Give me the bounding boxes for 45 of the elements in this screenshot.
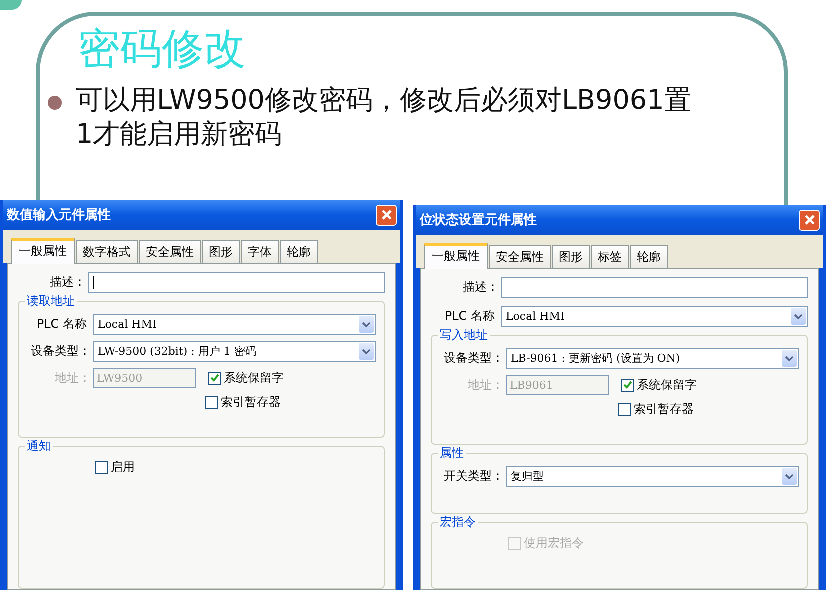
close-icon bbox=[804, 214, 816, 226]
dropdown-field[interactable]: LW-9500 (32bit) : 用户 1 密码 bbox=[93, 341, 376, 362]
checkbox[interactable]: 启用 bbox=[95, 459, 135, 476]
field-label: PLC 名称 bbox=[36, 316, 87, 333]
tab[interactable]: 图形 bbox=[552, 245, 590, 268]
field-label: 设备类型 : bbox=[30, 343, 87, 360]
tab[interactable]: 一般属性 bbox=[424, 243, 488, 269]
checkbox[interactable]: 索引暂存器 bbox=[205, 394, 281, 411]
description-field[interactable] bbox=[88, 272, 385, 293]
window-title: 数值输入元件属性 bbox=[7, 206, 111, 224]
tab[interactable]: 轮廓 bbox=[630, 245, 668, 268]
slide-title: 密码修改 bbox=[78, 23, 247, 75]
check-icon bbox=[622, 380, 632, 390]
tab[interactable]: 标签 bbox=[591, 245, 629, 268]
field-label: 地址 : bbox=[54, 370, 87, 386]
bullet-dot-icon bbox=[48, 96, 62, 110]
tab[interactable]: 字体 bbox=[241, 240, 279, 263]
field-label: 地址 : bbox=[467, 376, 500, 394]
tab[interactable]: 安全属性 bbox=[139, 240, 201, 263]
description-field[interactable] bbox=[501, 277, 808, 298]
window-title: 位状态设置元件属性 bbox=[420, 212, 537, 229]
field-label: PLC 名称 bbox=[444, 308, 495, 325]
tab[interactable]: 轮廓 bbox=[280, 240, 318, 263]
group-label: 属性 bbox=[438, 445, 466, 462]
group-label: 宏指令 bbox=[438, 514, 478, 531]
field-label: 描述 : bbox=[49, 274, 82, 291]
dropdown-field[interactable]: 复归型 bbox=[506, 466, 799, 487]
dropdown-field[interactable]: Local HMI bbox=[93, 314, 376, 335]
group-label: 写入地址 bbox=[438, 327, 490, 344]
bullet-text: 可以用LW9500修改密码，修改后必须对LB9061置1才能启用新密码 bbox=[76, 84, 692, 152]
field-label: 描述 : bbox=[462, 279, 495, 296]
field-label: 开关类型 : bbox=[443, 468, 500, 485]
tab[interactable]: 图形 bbox=[202, 240, 240, 263]
close-button[interactable] bbox=[799, 210, 820, 230]
tab[interactable]: 一般属性 bbox=[11, 238, 75, 264]
close-icon bbox=[380, 209, 392, 221]
check-icon bbox=[210, 373, 220, 383]
dropdown-field[interactable]: Local HMI bbox=[501, 306, 808, 327]
dropdown-field[interactable]: LB-9061 : 更新密码 (设置为 ON) bbox=[506, 348, 799, 369]
checkbox[interactable]: 索引暂存器 bbox=[618, 401, 694, 418]
group-label: 读取地址 bbox=[25, 293, 77, 310]
field-label: 设备类型 : bbox=[443, 350, 500, 367]
close-button[interactable] bbox=[376, 204, 397, 226]
tab[interactable]: 安全属性 bbox=[489, 245, 551, 268]
tab[interactable]: 数字格式 bbox=[76, 240, 138, 263]
